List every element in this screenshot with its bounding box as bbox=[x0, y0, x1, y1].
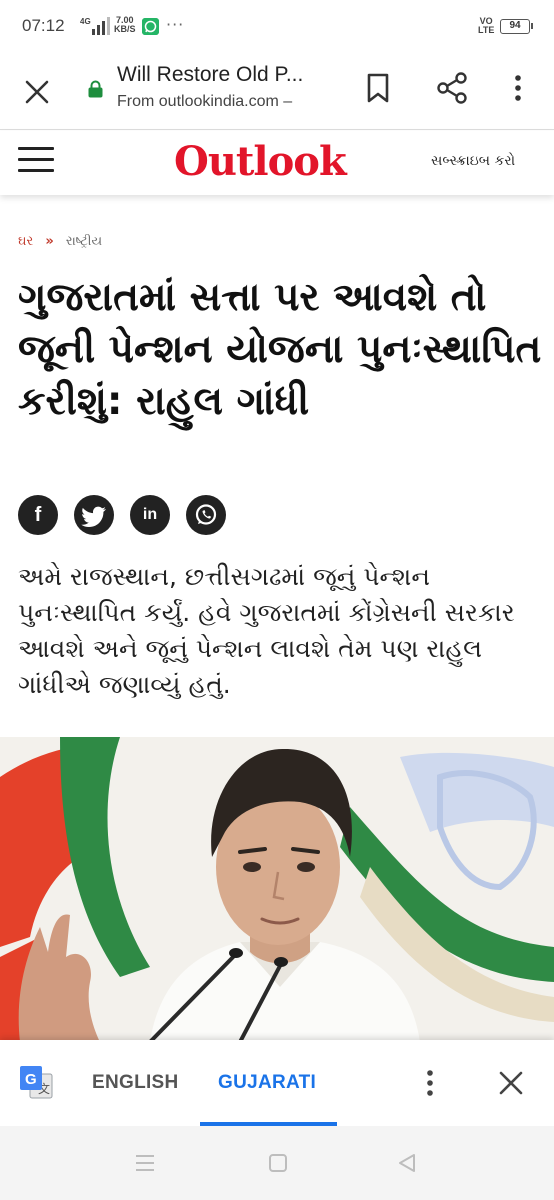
page-url[interactable]: From outlookindia.com – bbox=[117, 93, 292, 111]
breadcrumb-separator: » bbox=[45, 234, 54, 249]
breadcrumb-category[interactable]: રાષ્ટ્રીય bbox=[66, 234, 102, 249]
twitter-bird-icon bbox=[81, 506, 106, 527]
more-notifications-icon: ··· bbox=[166, 15, 185, 34]
subscribe-link[interactable]: સબ્સ્ક્રાઇબ કરો bbox=[431, 153, 515, 169]
speaker-photo-image bbox=[0, 737, 554, 1042]
svg-text:4G: 4G bbox=[80, 17, 91, 26]
volte-bottom: LTE bbox=[478, 25, 495, 35]
article-summary: અમે રાજસ્થાન, છત્તીસગઢમાં જૂનું પેન્શન પ… bbox=[18, 562, 515, 699]
whatsapp-glyph-icon bbox=[195, 504, 217, 525]
article-photo[interactable] bbox=[0, 737, 554, 1042]
system-nav-bar bbox=[0, 1126, 554, 1200]
outlook-logo[interactable]: Outlook bbox=[174, 138, 347, 185]
share-icon[interactable] bbox=[434, 70, 470, 106]
menu-icon[interactable] bbox=[18, 147, 54, 175]
facebook-share-icon[interactable]: f bbox=[18, 495, 58, 535]
signal-icon: 4G bbox=[80, 17, 110, 35]
svg-text:G: G bbox=[25, 1071, 37, 1088]
status-bar: 07:12 4G 7.00 KB/S ··· VO LTE 94 bbox=[0, 0, 554, 56]
close-icon[interactable] bbox=[18, 73, 56, 111]
site-header: Outlook સબ્સ્ક્રાઇબ કરો bbox=[0, 131, 554, 195]
recent-apps-icon[interactable] bbox=[134, 1153, 156, 1173]
home-icon[interactable] bbox=[267, 1152, 289, 1174]
browser-toolbar: Will Restore Old P... From outlookindia.… bbox=[0, 56, 554, 130]
page-title[interactable]: Will Restore Old P... bbox=[117, 63, 303, 87]
more-options-icon[interactable] bbox=[504, 70, 532, 106]
translate-close-icon[interactable] bbox=[496, 1068, 526, 1098]
battery-icon: 94 bbox=[500, 19, 533, 34]
network-speed-unit: KB/S bbox=[114, 24, 136, 34]
lock-icon bbox=[88, 80, 103, 98]
twitter-share-icon[interactable] bbox=[74, 495, 114, 535]
network-speed: 7.00 KB/S bbox=[114, 16, 136, 34]
whatsapp-notification-icon bbox=[142, 18, 159, 35]
translate-options-icon[interactable] bbox=[420, 1068, 440, 1098]
breadcrumb-home[interactable]: ઘર bbox=[18, 234, 33, 249]
translate-bar: 文 G ENGLISH GUJARATI bbox=[0, 1040, 554, 1126]
bookmark-icon[interactable] bbox=[362, 70, 394, 106]
whatsapp-share-icon[interactable] bbox=[186, 495, 226, 535]
tab-english[interactable]: ENGLISH bbox=[92, 1072, 179, 1094]
status-time: 07:12 bbox=[22, 16, 65, 35]
linkedin-share-icon[interactable]: in bbox=[130, 495, 170, 535]
article-headline: ગુજરાતમાં સત્તા પર આવશે તો જૂની પેન્શન ય… bbox=[18, 275, 542, 424]
google-translate-icon: 文 G bbox=[20, 1066, 53, 1099]
back-icon[interactable] bbox=[396, 1152, 418, 1174]
volte-indicator: VO LTE bbox=[478, 17, 494, 35]
breadcrumb: ઘર » રાષ્ટ્રીય bbox=[18, 234, 102, 249]
tab-gujarati[interactable]: GUJARATI bbox=[218, 1072, 316, 1094]
